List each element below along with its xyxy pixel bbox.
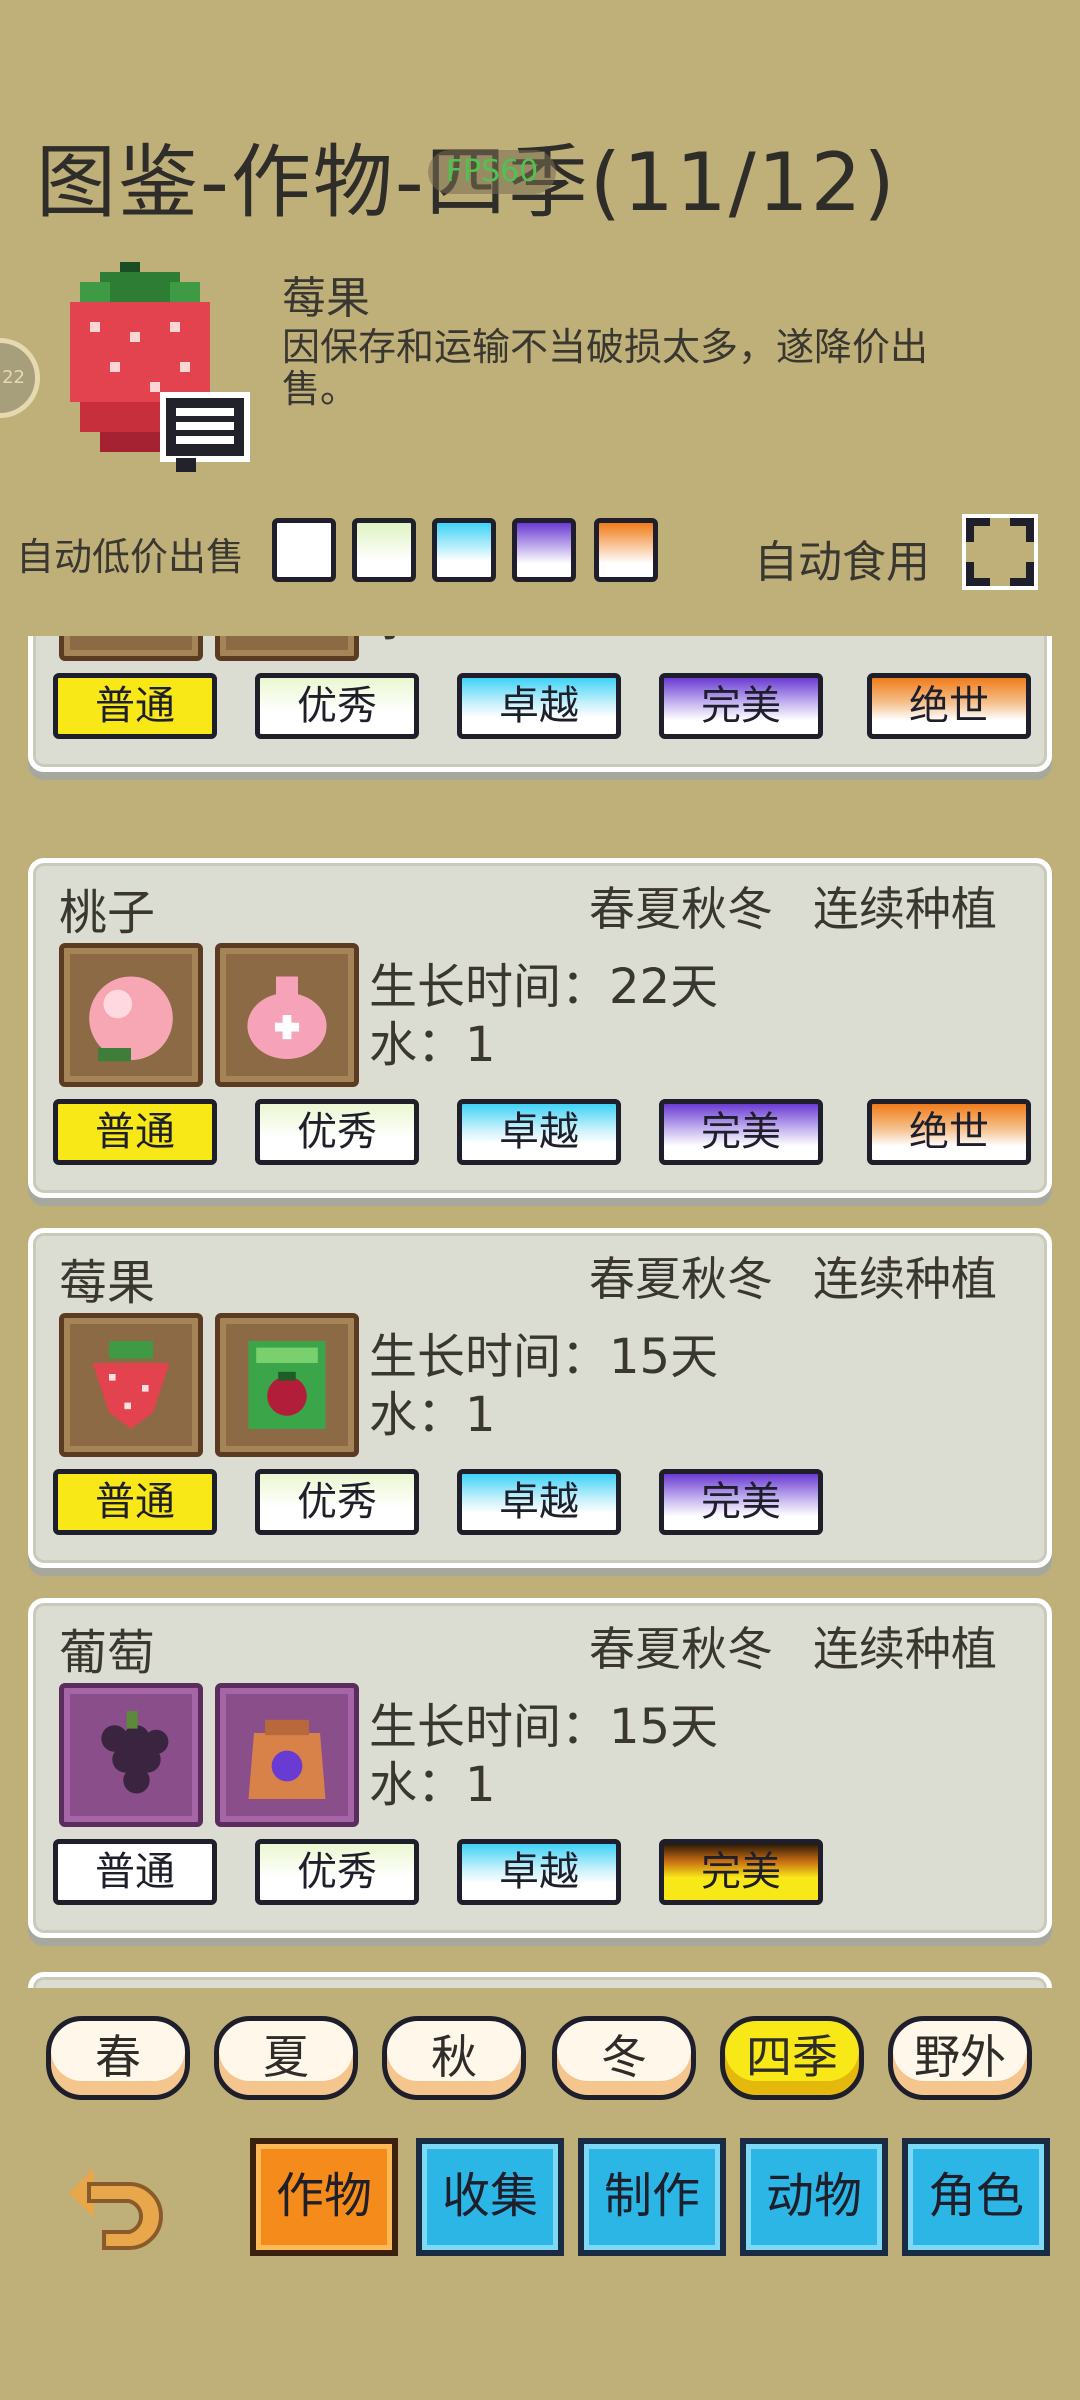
crop-slot (59, 1683, 203, 1827)
grape-seed-bag-icon (248, 1719, 326, 1799)
tab-craft[interactable]: 制作 (578, 2138, 726, 2256)
quality-normal-button[interactable]: 普通 (53, 1099, 217, 1165)
water-text: 水：1 (369, 1757, 496, 1813)
peach-icon (89, 976, 173, 1062)
crop-slot (59, 1313, 203, 1457)
crop-name: 莓果 (59, 1255, 156, 1311)
strawberry-icon (92, 1341, 170, 1429)
back-arrow-icon[interactable] (64, 2148, 174, 2258)
crop-card-berry[interactable]: 莓果 春夏秋冬 连续种植 生长时间：15天 水：1 普通 优秀 卓越 完美 (28, 1228, 1052, 1568)
crop-name: 葡萄 (59, 1625, 156, 1681)
auto-sell-normal-checkbox[interactable] (272, 518, 336, 582)
auto-eat-label: 自动食用 (754, 537, 930, 588)
tab-characters[interactable]: 角色 (902, 2138, 1050, 2256)
tab-spring[interactable]: 春 (46, 2016, 190, 2100)
seed-slot (215, 1683, 359, 1827)
auto-sell-label: 自动低价出售 (16, 535, 245, 579)
green-fruit-icon (232, 636, 342, 644)
grape-icon (101, 1711, 169, 1794)
tab-wild[interactable]: 野外 (888, 2016, 1032, 2100)
crop-card-peach[interactable]: 桃子 春夏秋冬 连续种植 生长时间：22天 水：1 普通 优秀 卓越 完美 绝世 (28, 858, 1052, 1198)
crop-slot (59, 943, 203, 1087)
quality-legend-button[interactable]: 绝世 (867, 673, 1031, 739)
berry-seed-pack-icon (248, 1341, 326, 1429)
auto-sell-perfect-checkbox[interactable] (512, 518, 576, 582)
quality-perfect-button[interactable]: 完美 (659, 673, 823, 739)
tab-animals[interactable]: 动物 (740, 2138, 888, 2256)
crop-seasons: 春夏秋冬 (589, 1622, 773, 1676)
crop-card-grape[interactable]: 葡萄 春夏秋冬 连续种植 生长时间：15天 水：1 普通 优秀 卓越 完美 (28, 1598, 1052, 1938)
quality-perfect-button[interactable]: 完美 (659, 1839, 823, 1905)
auto-sell-good-checkbox[interactable] (352, 518, 416, 582)
crop-name: 桃子 (59, 885, 156, 941)
side-floating-button[interactable]: 22 (0, 338, 40, 418)
fps-badge: FPS60 (428, 150, 556, 194)
seed-slot (215, 1313, 359, 1457)
peach-seed-bag-icon (247, 976, 327, 1059)
strawberry-icon (70, 262, 250, 472)
quality-good-button[interactable]: 优秀 (255, 1839, 419, 1905)
crop-seasons: 春夏秋冬 (589, 1252, 773, 1306)
auto-eat-toggle-icon[interactable] (962, 514, 1038, 590)
quality-legend-button[interactable]: 绝世 (867, 1099, 1031, 1165)
quality-excellent-button[interactable]: 卓越 (457, 1839, 621, 1905)
crop-mode: 连续种植 (813, 1622, 997, 1676)
crop-card-next-partial (28, 1972, 1052, 1988)
quality-good-button[interactable]: 优秀 (255, 1469, 419, 1535)
water-text: 水：1 (369, 1387, 496, 1443)
tab-autumn[interactable]: 秋 (382, 2016, 526, 2100)
quality-good-button[interactable]: 优秀 (255, 1099, 419, 1165)
tab-summer[interactable]: 夏 (214, 2016, 358, 2100)
quality-normal-button[interactable]: 普通 (53, 1469, 217, 1535)
quality-normal-button[interactable]: 普通 (53, 1839, 217, 1905)
auto-sell-excellent-checkbox[interactable] (432, 518, 496, 582)
quality-perfect-button[interactable]: 完美 (659, 1469, 823, 1535)
quality-perfect-button[interactable]: 完美 (659, 1099, 823, 1165)
tab-crops[interactable]: 作物 (250, 2138, 398, 2256)
quality-excellent-button[interactable]: 卓越 (457, 1099, 621, 1165)
quality-good-button[interactable]: 优秀 (255, 673, 419, 739)
crop-seasons: 春夏秋冬 (589, 882, 773, 936)
selected-item-description: 因保存和运输不当破损太多，遂降价出售。 (282, 325, 929, 411)
seed-slot (215, 943, 359, 1087)
water-text: 水：1 (369, 1017, 496, 1073)
selected-item-name: 莓果 (282, 273, 370, 324)
water-text: 水：1 (369, 636, 496, 649)
crop-slot (59, 636, 203, 661)
crop-mode: 连续种植 (813, 1252, 997, 1306)
tab-winter[interactable]: 冬 (552, 2016, 696, 2100)
crop-card-partial: 水：1 普通 优秀 卓越 完美 绝世 (28, 636, 1052, 772)
tab-collect[interactable]: 收集 (416, 2138, 564, 2256)
crop-list[interactable]: 水：1 普通 优秀 卓越 完美 绝世 桃子 春夏秋冬 连续种植 生长时间：22天… (28, 636, 1052, 1988)
quality-normal-button[interactable]: 普通 (53, 673, 217, 739)
seed-slot (215, 636, 359, 661)
quality-excellent-button[interactable]: 卓越 (457, 673, 621, 739)
crop-mode: 连续种植 (813, 882, 997, 936)
yellow-fruit-icon (76, 636, 186, 644)
auto-sell-legend-checkbox[interactable] (594, 518, 658, 582)
quality-excellent-button[interactable]: 卓越 (457, 1469, 621, 1535)
tab-all-seasons[interactable]: 四季 (720, 2016, 864, 2100)
